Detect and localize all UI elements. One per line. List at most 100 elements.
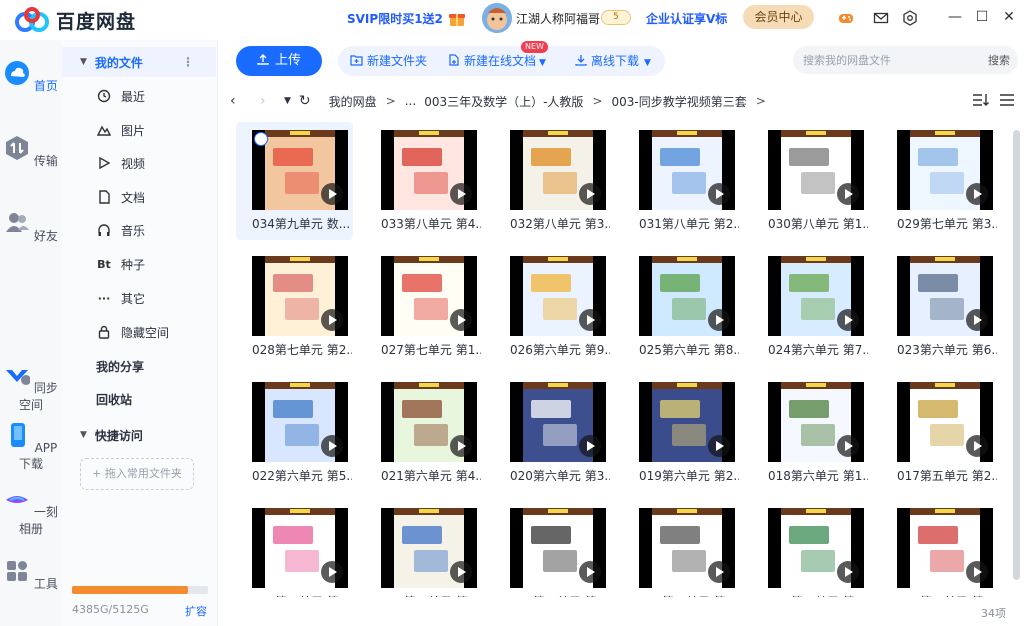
breadcrumb-item[interactable]: 003三年及数学（上）-人教版 bbox=[424, 93, 583, 110]
file-tile[interactable]: 020第六单元 第3... bbox=[494, 374, 611, 492]
play-icon[interactable] bbox=[579, 183, 601, 205]
mail-icon[interactable] bbox=[873, 10, 889, 26]
play-icon[interactable] bbox=[708, 435, 730, 457]
video-thumbnail[interactable] bbox=[768, 130, 864, 210]
file-name[interactable]: 034第九单元 数... bbox=[252, 215, 352, 232]
avatar[interactable] bbox=[482, 3, 512, 33]
file-name[interactable]: 013第四单元 第4... bbox=[639, 593, 739, 597]
sidebar-item-images[interactable]: 图片 bbox=[62, 115, 216, 145]
video-thumbnail[interactable] bbox=[639, 382, 735, 462]
file-name[interactable]: 025第六单元 第8... bbox=[639, 341, 739, 358]
file-name[interactable]: 017第五单元 第2... bbox=[897, 467, 997, 484]
play-icon[interactable] bbox=[579, 435, 601, 457]
file-name[interactable]: 023第六单元 第6... bbox=[897, 341, 997, 358]
file-tile[interactable]: 026第六单元 第9... bbox=[494, 248, 611, 366]
sidebar-my-share[interactable]: 我的分享 bbox=[62, 351, 216, 381]
more-options-icon[interactable]: ⋮ bbox=[182, 55, 194, 69]
video-thumbnail[interactable] bbox=[897, 382, 993, 462]
file-name[interactable]: 012第四单元 第3... bbox=[768, 593, 868, 597]
breadcrumb-ellipsis[interactable]: ... bbox=[405, 94, 416, 108]
search-input[interactable] bbox=[803, 52, 973, 68]
file-name[interactable]: 019第六单元 第2... bbox=[639, 467, 739, 484]
play-icon[interactable] bbox=[708, 309, 730, 331]
file-tile[interactable]: 022第六单元 第5... bbox=[236, 374, 353, 492]
new-folder-button[interactable]: 新建文件夹 bbox=[350, 46, 427, 76]
file-name[interactable]: 032第八单元 第3... bbox=[510, 215, 610, 232]
svip-promo-link[interactable]: SVIP限时买1送2 bbox=[347, 10, 443, 27]
rail-item-album[interactable]: 一刻相册 bbox=[0, 486, 62, 537]
file-name[interactable]: 033第八单元 第4... bbox=[381, 215, 481, 232]
sidebar-quick-access[interactable]: ▼ 快捷访问 bbox=[62, 420, 216, 450]
file-name[interactable]: 014第四单元 第5... bbox=[510, 593, 610, 597]
video-thumbnail[interactable] bbox=[897, 256, 993, 336]
file-tile[interactable]: 024第六单元 第7... bbox=[752, 248, 869, 366]
sidebar-my-files[interactable]: ▼ 我的文件 ⋮ bbox=[62, 47, 216, 77]
offline-download-button[interactable]: 离线下载 ▼ bbox=[575, 46, 651, 76]
minimize-button[interactable]: — bbox=[946, 8, 964, 26]
rail-item-app-download[interactable]: APP下载 bbox=[0, 422, 62, 472]
file-name[interactable]: 016第五单元 第1... bbox=[252, 593, 352, 597]
rail-item-sync[interactable]: 同步空间 bbox=[0, 362, 62, 413]
sidebar-item-torrents[interactable]: Bt 种子 bbox=[62, 249, 216, 279]
forward-button[interactable]: › bbox=[260, 93, 280, 109]
file-name[interactable]: 026第六单元 第9... bbox=[510, 341, 610, 358]
gift-icon[interactable] bbox=[448, 9, 466, 27]
video-thumbnail[interactable] bbox=[381, 382, 477, 462]
refresh-icon[interactable]: ↻ bbox=[299, 93, 311, 109]
play-icon[interactable] bbox=[450, 183, 472, 205]
file-name[interactable]: 027第七单元 第1... bbox=[381, 341, 481, 358]
video-thumbnail[interactable] bbox=[639, 130, 735, 210]
file-tile[interactable]: 021第六单元 第4... bbox=[365, 374, 482, 492]
file-tile[interactable]: 016第五单元 第1... bbox=[236, 500, 353, 597]
video-thumbnail[interactable] bbox=[381, 256, 477, 336]
expand-storage-link[interactable]: 扩容 bbox=[185, 603, 207, 619]
file-tile[interactable]: 031第八单元 第2... bbox=[623, 122, 740, 240]
settings-icon[interactable] bbox=[902, 10, 918, 26]
select-checkbox[interactable] bbox=[254, 132, 268, 146]
file-tile[interactable]: 033第八单元 第4... bbox=[365, 122, 482, 240]
game-controller-icon[interactable] bbox=[838, 10, 854, 26]
file-name[interactable]: 018第六单元 第1... bbox=[768, 467, 868, 484]
video-thumbnail[interactable] bbox=[768, 256, 864, 336]
sort-icon[interactable] bbox=[972, 92, 990, 108]
upload-button[interactable]: 上传 bbox=[236, 46, 322, 76]
rail-item-transfer[interactable]: 传输 bbox=[0, 135, 62, 169]
file-tile[interactable]: 028第七单元 第2... bbox=[236, 248, 353, 366]
rail-item-tools[interactable]: 工具 bbox=[0, 558, 62, 592]
play-icon[interactable] bbox=[966, 183, 988, 205]
list-view-icon[interactable] bbox=[998, 92, 1016, 108]
video-thumbnail[interactable] bbox=[252, 508, 348, 588]
file-tile[interactable]: 027第七单元 第1... bbox=[365, 248, 482, 366]
play-icon[interactable] bbox=[837, 183, 859, 205]
file-tile[interactable]: 017第五单元 第2... bbox=[881, 374, 998, 492]
file-tile[interactable]: 025第六单元 第8... bbox=[623, 248, 740, 366]
breadcrumb-root[interactable]: 我的网盘 bbox=[329, 93, 377, 110]
video-thumbnail[interactable] bbox=[639, 508, 735, 588]
sidebar-item-music[interactable]: 音乐 bbox=[62, 215, 216, 245]
play-icon[interactable] bbox=[708, 183, 730, 205]
play-icon[interactable] bbox=[966, 561, 988, 583]
sidebar-item-videos[interactable]: 视频 bbox=[62, 148, 216, 178]
video-thumbnail[interactable] bbox=[510, 256, 606, 336]
sidebar-recycle-bin[interactable]: 回收站 bbox=[62, 384, 216, 414]
file-tile[interactable]: 014第四单元 第5... bbox=[494, 500, 611, 597]
video-thumbnail[interactable] bbox=[639, 256, 735, 336]
play-icon[interactable] bbox=[708, 561, 730, 583]
file-tile[interactable]: 015第四单元 第6... bbox=[365, 500, 482, 597]
rail-item-friends[interactable]: 好友 bbox=[0, 210, 62, 244]
video-thumbnail[interactable] bbox=[897, 130, 993, 210]
member-center-button[interactable]: 会员中心 bbox=[743, 5, 814, 29]
scrollbar[interactable] bbox=[1013, 130, 1020, 580]
play-icon[interactable] bbox=[321, 309, 343, 331]
file-tile[interactable]: 029第七单元 第3... bbox=[881, 122, 998, 240]
file-tile[interactable]: 018第六单元 第1... bbox=[752, 374, 869, 492]
history-dropdown-icon[interactable]: ▼ bbox=[284, 96, 291, 106]
sidebar-item-hidden-space[interactable]: 隐藏空间 bbox=[62, 317, 216, 347]
file-name[interactable]: 024第六单元 第7... bbox=[768, 341, 868, 358]
file-tile[interactable]: 011第四单元 第2... bbox=[881, 500, 998, 597]
file-tile[interactable]: 012第四单元 第3... bbox=[752, 500, 869, 597]
file-tile[interactable]: 013第四单元 第4... bbox=[623, 500, 740, 597]
play-icon[interactable] bbox=[321, 435, 343, 457]
video-thumbnail[interactable] bbox=[768, 382, 864, 462]
file-tile[interactable]: 034第九单元 数... bbox=[236, 122, 353, 240]
